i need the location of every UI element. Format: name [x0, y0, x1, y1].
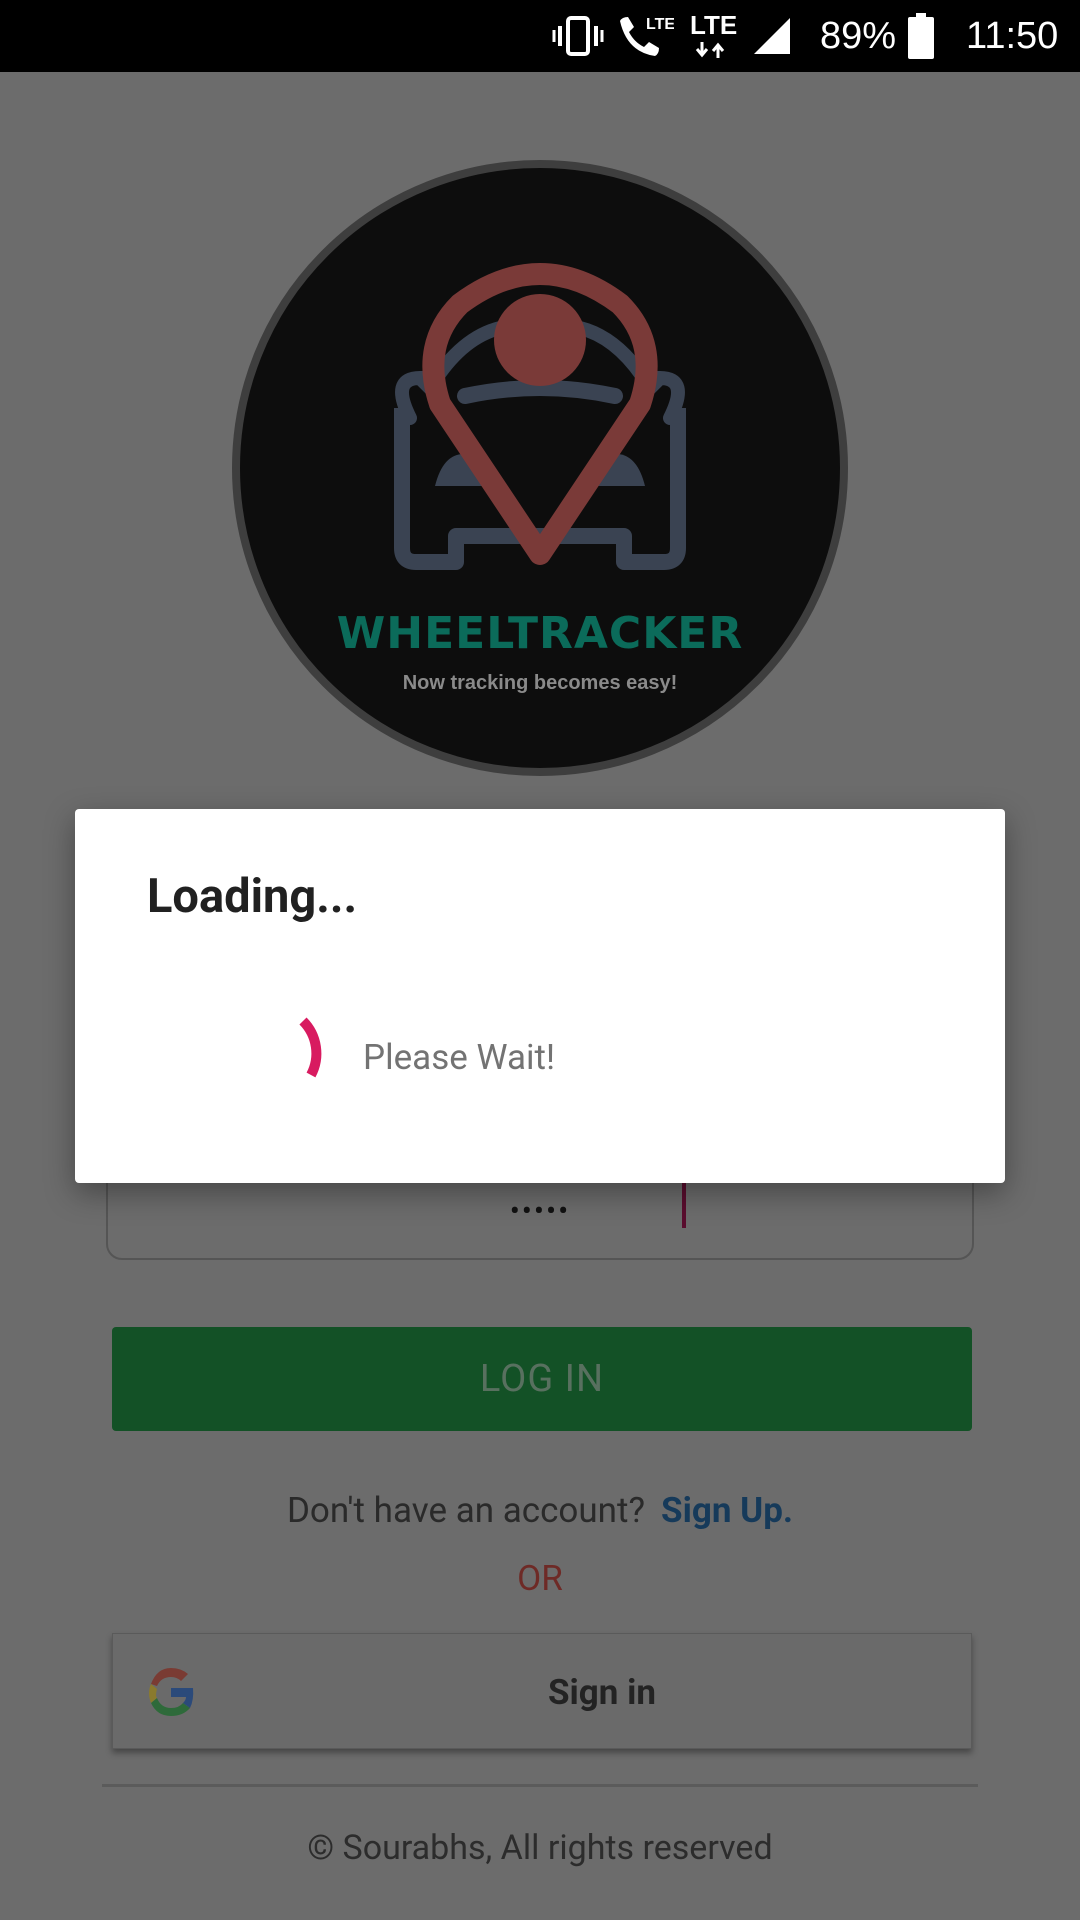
- copyright-footer: © Sourabhs, All rights reserved: [307, 1828, 773, 1868]
- status-bar: LTE LTE 89% 11:50: [0, 0, 1080, 72]
- signup-prompt: Don't have an account?: [286, 1490, 646, 1531]
- signup-link[interactable]: Sign Up.: [661, 1490, 793, 1531]
- volte-call-icon: LTE: [614, 0, 674, 72]
- lte-data-icon: LTE: [688, 0, 738, 72]
- signup-row: Don't have an account? Sign Up.: [0, 1490, 1080, 1531]
- password-value: •••••: [509, 1194, 571, 1229]
- brand-tagline: Now tracking becomes easy!: [402, 672, 678, 694]
- loading-dialog: Loading... Please Wait!: [75, 809, 1005, 1183]
- google-signin-label: Sign in: [547, 1671, 656, 1713]
- svg-text:LTE: LTE: [646, 16, 674, 33]
- battery-percent: 89%: [820, 14, 897, 57]
- text-caret: [682, 1182, 686, 1228]
- login-button[interactable]: LOG IN: [112, 1327, 972, 1431]
- clock: 11:50: [966, 14, 1059, 57]
- vibrate-icon: [552, 0, 604, 72]
- or-separator: OR: [517, 1558, 563, 1599]
- svg-text:LTE: LTE: [690, 10, 737, 40]
- battery-icon: [908, 0, 934, 72]
- divider: [102, 1784, 978, 1787]
- loading-spinner-icon: [299, 1017, 322, 1078]
- app-logo: WHEELTRACKER Now tracking becomes easy!: [232, 160, 848, 776]
- dialog-message: Please Wait!: [363, 1037, 556, 1078]
- dialog-title: Loading...: [147, 869, 358, 924]
- google-signin-button[interactable]: Sign in: [112, 1633, 972, 1749]
- brand-name: WHEELTRACKER: [336, 608, 744, 659]
- signal-icon: [752, 0, 792, 72]
